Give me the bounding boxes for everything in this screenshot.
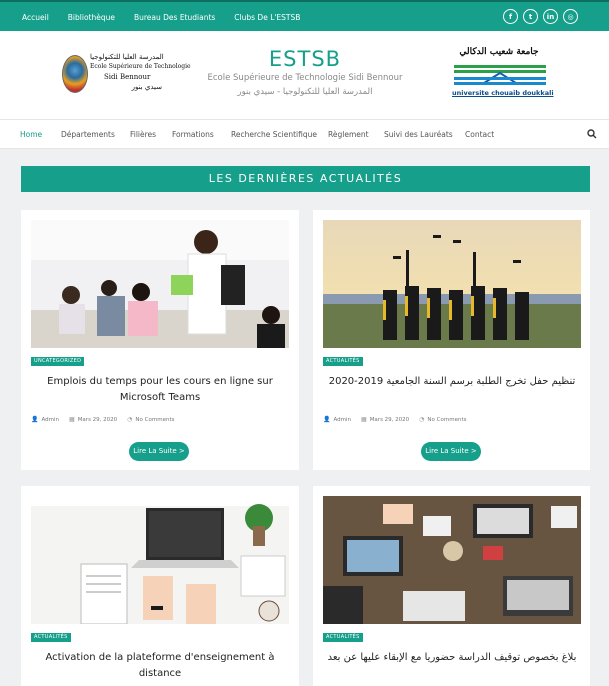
top-nav: Accueil Bibliothèque Bureau Des Etudiant… [22, 13, 319, 22]
top-bar: Accueil Bibliothèque Bureau Des Etudiant… [0, 0, 609, 31]
post-category-badge[interactable]: ACTUALITÉS [323, 357, 363, 366]
site-header: المدرسة العليا للتكنولوجيا Ecole Supérie… [0, 31, 609, 119]
top-link-bureau-etudiants[interactable]: Bureau Des Etudiants [134, 13, 215, 22]
comment-icon: ◔ [127, 416, 133, 423]
post-author[interactable]: Admin [333, 417, 351, 423]
nav-departements[interactable]: Départements [61, 130, 115, 139]
nav-suivi-laureats[interactable]: Suivi des Lauréats [384, 130, 453, 139]
university-logo[interactable]: جامعة شعيب الدكالي universite chouaib do… [450, 47, 554, 99]
author-icon: 👤 [323, 416, 331, 423]
post-author[interactable]: Admin [41, 417, 59, 423]
post-image-workspace[interactable] [323, 496, 581, 624]
linkedin-icon[interactable]: in [543, 9, 558, 24]
post-image-laptop[interactable] [31, 496, 289, 624]
main-nav: Home Départements Filières Formations Re… [0, 119, 609, 149]
post-meta: 👤 Admin ▦ Mars 29, 2020 ◔ No Comments [323, 416, 466, 423]
post-title[interactable]: Emplois du temps pour les cours en ligne… [31, 374, 289, 406]
social-links: f t in ◎ [503, 9, 578, 24]
post-image-graduation[interactable] [323, 220, 581, 348]
post-image-students[interactable] [31, 220, 289, 348]
search-icon[interactable] [587, 129, 597, 139]
site-subtitle: Ecole Supérieure de Technologie Sidi Ben… [207, 73, 403, 83]
nav-contact[interactable]: Contact [465, 130, 494, 139]
post-title[interactable]: تنظيم حفل تخرج الطلبة برسم السنة الجامعي… [323, 374, 581, 390]
nav-formations[interactable]: Formations [172, 130, 214, 139]
nav-filieres[interactable]: Filières [130, 130, 156, 139]
top-link-accueil[interactable]: Accueil [22, 13, 49, 22]
logo-line-ar: المدرسة العليا للتكنولوجيا [90, 53, 164, 61]
read-more-button[interactable]: Lire La Suite > [421, 442, 481, 461]
post-card: ACTUALITÉS تنظيم حفل تخرج الطلبة برسم ال… [313, 210, 590, 470]
post-date: Mars 29, 2020 [77, 416, 118, 423]
top-link-clubs[interactable]: Clubs De L'ESTSB [234, 13, 300, 22]
post-meta: 👤 Admin ▦ Mars 29, 2020 ◔ No Comments [31, 416, 174, 423]
twitter-icon[interactable]: t [523, 9, 538, 24]
nav-reglement[interactable]: Règlement [328, 130, 369, 139]
top-link-bibliotheque[interactable]: Bibliothèque [68, 13, 115, 22]
author-icon: 👤 [31, 416, 39, 423]
post-card: ACTUALITÉS Activation de la plateforme d… [21, 486, 299, 686]
post-title[interactable]: Activation de la plateforme d'enseigneme… [31, 650, 289, 682]
calendar-icon: ▦ [361, 416, 367, 423]
comment-icon: ◔ [419, 416, 425, 423]
school-emblem-icon [62, 55, 88, 93]
site-brand[interactable]: ESTSB Ecole Supérieure de Technologie Si… [195, 47, 415, 97]
facebook-icon[interactable]: f [503, 9, 518, 24]
logo-line-fr: Ecole Supérieure de Technologie [90, 63, 191, 70]
logo-line-city-ar: سيدي بنور [131, 83, 162, 91]
post-category-badge[interactable]: UNCATEGORIZED [31, 357, 85, 366]
university-emblem-icon [454, 65, 546, 85]
post-comments[interactable]: No Comments [427, 417, 466, 423]
calendar-icon: ▦ [69, 416, 75, 423]
post-category-badge[interactable]: ACTUALITÉS [323, 633, 363, 642]
university-name-en: universite chouaib doukkali [452, 89, 554, 97]
site-title: ESTSB [268, 47, 342, 71]
site-subtitle-ar: المدرسة العليا للتكنولوجيا - سيدي بنور [237, 87, 373, 97]
school-logo[interactable]: المدرسة العليا للتكنولوجيا Ecole Supérie… [62, 50, 191, 98]
post-comments[interactable]: No Comments [135, 417, 174, 423]
post-card: ACTUALITÉS بلاغ بخصوص توقيف الدراسة حضور… [313, 486, 590, 686]
post-category-badge[interactable]: ACTUALITÉS [31, 633, 71, 642]
section-heading: LES DERNIÈRES ACTUALITÉS [21, 166, 590, 192]
read-more-button[interactable]: Lire La Suite > [129, 442, 189, 461]
instagram-icon[interactable]: ◎ [563, 9, 578, 24]
post-title[interactable]: بلاغ بخصوص توقيف الدراسة حضوريا مع الإبق… [323, 650, 581, 666]
logo-line-city: Sidi Bennour [104, 73, 151, 81]
university-name-ar: جامعة شعيب الدكالي [459, 47, 539, 57]
nav-home[interactable]: Home [20, 130, 42, 139]
post-card: UNCATEGORIZED Emplois du temps pour les … [21, 210, 299, 470]
post-date: Mars 29, 2020 [369, 416, 410, 423]
nav-recherche[interactable]: Recherche Scientifique [231, 130, 317, 139]
